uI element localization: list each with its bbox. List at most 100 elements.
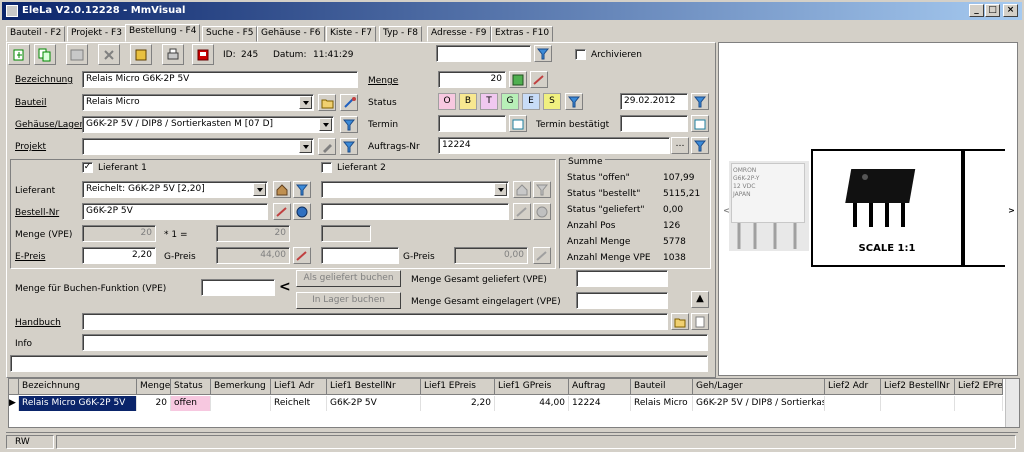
lieferant2-checkbox[interactable] bbox=[321, 162, 332, 173]
link-icon[interactable] bbox=[530, 71, 548, 88]
column-header[interactable]: Lief1 BestellNr bbox=[327, 379, 421, 395]
close-button[interactable]: × bbox=[1003, 4, 1018, 17]
table-cell[interactable]: G6K-2P 5V bbox=[327, 396, 421, 411]
link-icon[interactable] bbox=[293, 247, 311, 264]
link-icon[interactable] bbox=[513, 203, 531, 220]
link-icon[interactable] bbox=[533, 247, 551, 264]
filter-icon[interactable] bbox=[533, 181, 551, 198]
document-icon[interactable] bbox=[691, 313, 709, 330]
column-header[interactable]: Geh/Lager bbox=[693, 379, 825, 395]
table-cell[interactable] bbox=[211, 396, 271, 411]
tab-suche[interactable]: Suche - F5 bbox=[202, 26, 258, 42]
column-header[interactable]: Bemerkung bbox=[211, 379, 271, 395]
table-cell[interactable] bbox=[881, 396, 955, 411]
print-icon[interactable] bbox=[162, 44, 184, 65]
bauteil-select[interactable]: Relais Micro bbox=[82, 94, 314, 111]
handbuch-field[interactable] bbox=[82, 313, 668, 330]
minimize-button[interactable]: _ bbox=[969, 4, 984, 17]
browse-button[interactable]: … bbox=[671, 137, 689, 154]
chevron-right-icon[interactable]: > bbox=[1004, 203, 1019, 218]
table-cell[interactable]: 12224 bbox=[569, 396, 631, 411]
notes-field[interactable] bbox=[10, 355, 708, 372]
projekt-select[interactable] bbox=[82, 138, 314, 155]
web-icon[interactable] bbox=[293, 203, 311, 220]
tab-bestellung[interactable]: Bestellung - F4 bbox=[125, 24, 201, 42]
lieferant1-checkbox[interactable]: ✓ bbox=[82, 162, 93, 173]
tab-projekt[interactable]: Projekt - F3 bbox=[67, 26, 126, 42]
report-icon[interactable] bbox=[192, 44, 214, 65]
table-cell[interactable]: 2,20 bbox=[421, 396, 495, 411]
status-b[interactable]: B bbox=[459, 93, 477, 110]
bestellnr2-field[interactable] bbox=[321, 203, 509, 220]
table-cell[interactable]: Relais Micro G6K-2P 5V bbox=[19, 396, 137, 411]
chevron-down-icon[interactable] bbox=[253, 183, 266, 196]
chevron-down-icon[interactable] bbox=[319, 118, 332, 131]
status-t[interactable]: T bbox=[480, 93, 498, 110]
filter-icon[interactable] bbox=[340, 138, 358, 155]
grid-scrollbar[interactable] bbox=[1005, 379, 1019, 427]
link-icon[interactable] bbox=[273, 203, 291, 220]
column-header[interactable]: Status bbox=[171, 379, 211, 395]
column-header[interactable]: Bauteil bbox=[631, 379, 693, 395]
lieferant2-select[interactable] bbox=[321, 181, 509, 198]
maximize-button[interactable]: □ bbox=[985, 4, 1000, 17]
link-icon[interactable] bbox=[340, 94, 358, 111]
tab-kiste[interactable]: Kiste - F7 bbox=[326, 26, 377, 42]
chevron-down-icon[interactable] bbox=[494, 183, 507, 196]
chevron-down-icon[interactable] bbox=[299, 96, 312, 109]
chevron-down-icon[interactable] bbox=[299, 140, 312, 153]
epreis-field[interactable]: 2,20 bbox=[82, 247, 156, 264]
filter-icon[interactable] bbox=[534, 45, 552, 62]
termin-field[interactable] bbox=[438, 115, 506, 132]
epreis2-field[interactable] bbox=[321, 247, 399, 264]
column-header[interactable]: Menge bbox=[137, 379, 171, 395]
filter-icon[interactable] bbox=[340, 116, 358, 133]
calculator-icon[interactable] bbox=[509, 71, 527, 88]
table-cell[interactable]: G6K-2P 5V / DIP8 / Sortierkas bbox=[693, 396, 825, 411]
column-header[interactable]: Lief1 Adr bbox=[271, 379, 327, 395]
table-cell[interactable]: Relais Micro bbox=[631, 396, 693, 411]
auftrags-field[interactable]: 12224 bbox=[438, 137, 670, 154]
tab-gehaeuse[interactable]: Gehäuse - F6 bbox=[257, 26, 325, 42]
column-header[interactable]: Lief2 BestellNr bbox=[881, 379, 955, 395]
table-cell[interactable]: 20 bbox=[137, 396, 171, 411]
status-s[interactable]: S bbox=[543, 93, 561, 110]
address-icon[interactable] bbox=[513, 181, 531, 198]
table-cell[interactable]: offen bbox=[171, 396, 211, 411]
filter-input[interactable] bbox=[436, 45, 531, 62]
table-cell[interactable]: Reichelt bbox=[271, 396, 327, 411]
als-geliefert-button[interactable]: Als geliefert buchen bbox=[296, 270, 401, 287]
copy-icon[interactable] bbox=[34, 44, 56, 65]
triangle-up-icon[interactable]: ▲ bbox=[691, 291, 709, 308]
status-o[interactable]: O bbox=[438, 93, 456, 110]
tab-bauteil[interactable]: Bauteil - F2 bbox=[6, 26, 66, 42]
new-icon[interactable] bbox=[8, 44, 30, 65]
column-header[interactable]: Lief2 Adr bbox=[825, 379, 881, 395]
calendar-icon[interactable] bbox=[691, 115, 709, 132]
calendar-icon[interactable] bbox=[509, 115, 527, 132]
termin-bestaetigt-field[interactable] bbox=[620, 115, 688, 132]
tab-adresse[interactable]: Adresse - F9 bbox=[427, 26, 491, 42]
edit-icon[interactable] bbox=[318, 138, 336, 155]
menge-vpe2-field[interactable] bbox=[321, 225, 371, 242]
menge-field[interactable]: 20 bbox=[438, 71, 506, 88]
filter-icon[interactable] bbox=[691, 93, 709, 110]
tab-typ[interactable]: Typ - F8 bbox=[379, 26, 423, 42]
status-date-field[interactable]: 29.02.2012 bbox=[620, 93, 688, 110]
table-cell[interactable] bbox=[955, 396, 1003, 411]
filter-icon[interactable] bbox=[293, 181, 311, 198]
bezeichnung-field[interactable]: Relais Micro G6K-2P 5V bbox=[82, 71, 358, 88]
column-header[interactable]: Auftrag bbox=[569, 379, 631, 395]
column-header[interactable]: Bezeichnung bbox=[19, 379, 137, 395]
archivieren-checkbox[interactable] bbox=[575, 49, 586, 60]
status-e[interactable]: E bbox=[522, 93, 540, 110]
filter-icon[interactable] bbox=[565, 93, 583, 110]
in-lager-button[interactable]: In Lager buchen bbox=[296, 292, 401, 309]
column-header[interactable]: Lief1 GPreis bbox=[495, 379, 569, 395]
column-header[interactable]: Lief2 EPre bbox=[955, 379, 1003, 395]
menge-vpe-field[interactable]: 20 bbox=[82, 225, 156, 242]
delete-icon[interactable] bbox=[98, 44, 120, 65]
buchen-field[interactable] bbox=[201, 279, 275, 296]
bestellnr-field[interactable]: G6K-2P 5V bbox=[82, 203, 268, 220]
table-cell[interactable] bbox=[825, 396, 881, 411]
